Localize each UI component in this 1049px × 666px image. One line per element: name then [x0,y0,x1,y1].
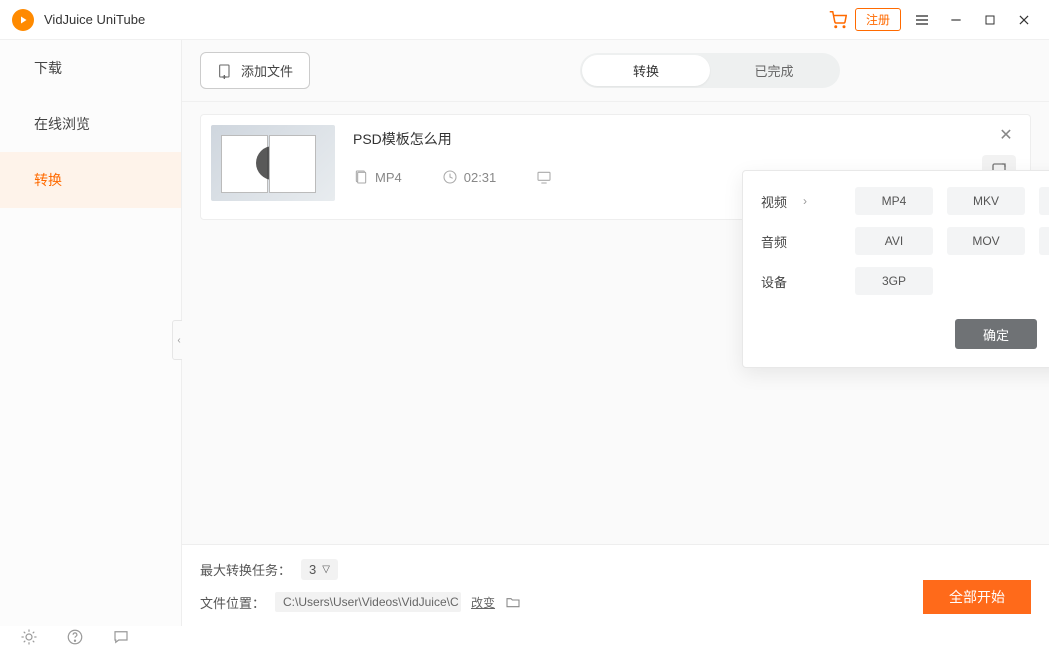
fmt-3gp[interactable]: 3GP [855,267,933,295]
path-label: 文件位置： [200,593,265,612]
media-title: PSD模板怎么用 [353,129,1014,149]
cart-icon[interactable] [829,11,847,29]
meta-duration-value: 02:31 [464,170,497,185]
register-button[interactable]: 注册 [855,8,901,31]
meta-format-value: MP4 [375,170,402,185]
pop-label-device[interactable]: 设备 [761,272,821,291]
meta-duration: 02:31 [442,169,497,185]
play-icon [256,146,290,180]
add-file-icon [217,63,233,79]
card-close-icon[interactable]: ✕ [996,125,1016,145]
meta-format: MP4 [353,169,402,185]
menu-icon[interactable] [909,7,935,33]
chevron-right-icon: › [803,194,807,208]
fmt-wmv[interactable]: WMV [1039,227,1049,255]
ok-button[interactable]: 确定 [955,319,1037,349]
fmt-mp4[interactable]: MP4 [855,187,933,215]
add-file-button[interactable]: 添加文件 [200,52,310,89]
tab-convert[interactable]: 转换 [582,55,710,86]
pop-label-video[interactable]: 视频 › [761,192,821,211]
minimize-icon[interactable] [943,7,969,33]
max-tasks-select[interactable]: 3 ▽ [301,559,338,580]
sidebar-item-browse[interactable]: 在线浏览 [0,96,181,152]
segment-control: 转换 已完成 [580,53,840,88]
titlebar: VidJuice UniTube 注册 [0,0,1049,40]
max-tasks-label: 最大转换任务： [200,560,291,579]
add-file-label: 添加文件 [241,61,293,80]
path-value: C:\Users\User\Videos\VidJuice\C [275,592,461,612]
tab-done[interactable]: 已完成 [710,55,838,86]
thumbnail[interactable] [211,125,335,201]
fmt-avi[interactable]: AVI [855,227,933,255]
fmt-mov[interactable]: MOV [947,227,1025,255]
content-toolbar: 添加文件 转换 已完成 [182,40,1049,102]
sidebar-item-convert[interactable]: 转换 [0,152,181,208]
fmt-flv[interactable]: FLV [1039,187,1049,215]
theme-icon[interactable] [20,628,38,646]
close-icon[interactable] [1011,7,1037,33]
start-all-button[interactable]: 全部开始 [923,580,1031,614]
app-logo [12,9,34,31]
sidebar-item-download[interactable]: 下载 [0,40,181,96]
pop-label-audio[interactable]: 音频 [761,232,821,251]
sidebar: 下载 在线浏览 转换 [0,40,182,626]
meta-output-icon [536,169,552,185]
app-title: VidJuice UniTube [44,12,145,27]
fmt-mkv[interactable]: MKV [947,187,1025,215]
feedback-icon[interactable] [112,628,130,646]
help-icon[interactable] [66,628,84,646]
change-path-link[interactable]: 改变 [471,594,495,611]
chevron-down-icon: ▽ [322,564,330,575]
folder-icon[interactable] [505,594,521,610]
format-popover: 视频 › MP4 MKV FLV 音频 AVI MOV WMV [742,170,1049,368]
footer: 最大转换任务： 3 ▽ 文件位置： C:\Users\User\Videos\V… [182,544,1049,626]
maximize-icon[interactable] [977,7,1003,33]
